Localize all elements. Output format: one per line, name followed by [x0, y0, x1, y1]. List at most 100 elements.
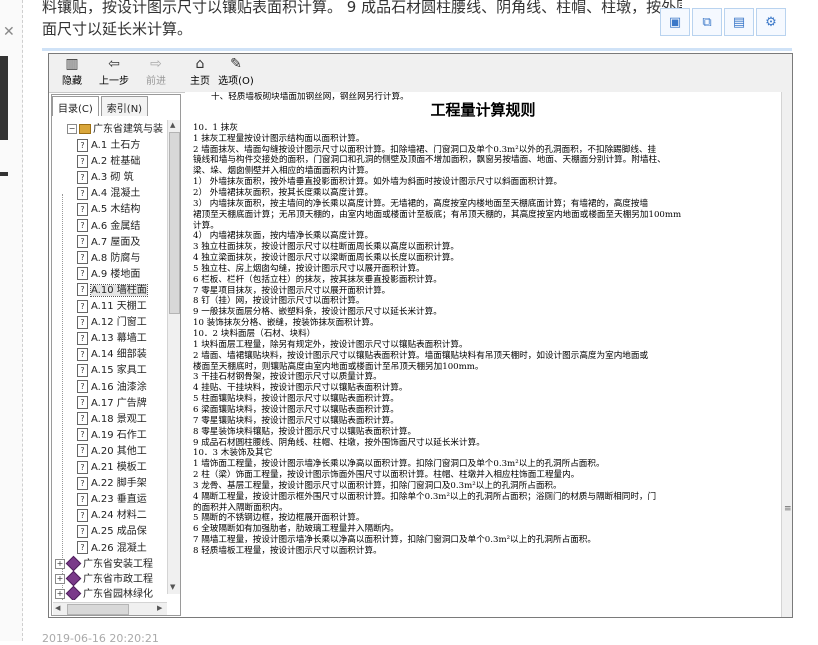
scroll-grip-icon[interactable]: ≡	[784, 504, 792, 514]
content-vertical-scrollbar[interactable]: ≡	[781, 92, 792, 617]
content-line: 9 成品石材圆柱腰线、阴角线、柱帽、柱墩，按外围饰面尺寸以延长米计算。	[193, 437, 485, 448]
content-line: 1 抹灰工程量按设计图示结构面以面积计算。	[193, 133, 365, 144]
tree-item-label: A.6 金属结	[91, 220, 141, 232]
scroll-thumb[interactable]	[169, 132, 180, 314]
scroll-thumb[interactable]	[67, 604, 129, 615]
tab-contents[interactable]: 目录(C)	[52, 96, 99, 116]
content-line: 8 零星装饰块料镶贴，按设计图示尺寸以镶贴表面积计算。	[193, 426, 417, 437]
tree-book-label: 广东省安装工程	[83, 558, 153, 570]
tree-item[interactable]: ? A.7 屋面及	[77, 235, 140, 251]
content-line: 3 干挂石材钢骨架，按设计图示尺寸以质量计算。	[193, 372, 382, 383]
tree-item-label: A.9 楼地面	[91, 268, 141, 280]
content-line: 4 隔断工程量，按设计图示框外围尺寸以面积计算。扣除单个0.3m²以上的孔洞所占…	[193, 491, 657, 502]
tree-item-label: A.7 屋面及	[91, 236, 141, 248]
tree-item-label: A.22 脚手架	[91, 478, 147, 490]
help-page-icon: ?	[77, 138, 88, 152]
tab-index[interactable]: 索引(N)	[100, 96, 149, 116]
tree-item[interactable]: ? A.12 门窗工	[77, 315, 147, 331]
back-button[interactable]: ⇦ 上一步	[93, 56, 135, 87]
tree-item-label: A.10 墙柱面	[90, 283, 148, 297]
hide-pane-button[interactable]: ▥ 隐藏	[51, 56, 93, 87]
help-page-icon: ?	[77, 541, 88, 554]
tree-item[interactable]: ? A.4 混凝土	[77, 186, 140, 202]
content-line: 7 零星项目抹灰，按设计图示尺寸以展开面积计算。	[193, 285, 391, 296]
article-text-top: 料镶贴，按设计图示尺寸以镶贴表面积计算。 9 成品石材圆柱腰线、阴角线、柱帽、柱…	[42, 0, 682, 40]
help-page-icon: ?	[77, 170, 88, 184]
copy-icon[interactable]: ⧉	[692, 8, 722, 36]
tree-vertical-scrollbar[interactable]: ▲ ▼	[167, 120, 180, 594]
expand-icon[interactable]: +	[55, 558, 65, 569]
content-line: 6 栏板、栏杆（包括立柱）的抹灰，按其抹灰垂直投影面积计算。	[193, 274, 442, 285]
content-line: 3 独立柱面抹灰，按设计图示尺寸以柱断面周长乘以高度以面积计算。	[193, 242, 460, 253]
tree-item[interactable]: ? A.17 广告牌	[77, 396, 147, 412]
tree-item[interactable]: ? A.23 垂直运	[77, 492, 147, 508]
content-line: 4） 内墙裙抹灰面，按内墙净长乘以高度计算。	[193, 231, 374, 242]
tree-item[interactable]: ? A.18 景观工	[77, 412, 147, 428]
tree-item[interactable]: ? A.22 脚手架	[77, 476, 147, 492]
scroll-left-icon[interactable]: ◀	[55, 604, 60, 612]
tree-item[interactable]: ? A.10 墙柱面	[77, 283, 148, 299]
content-line: 4 独立梁面抹灰，按设计图示尺寸以梁断面周长乘以长度以面积计算。	[193, 253, 460, 264]
back-arrow-icon: ⇦	[108, 56, 120, 72]
tree-item[interactable]: ? A.6 金属结	[77, 219, 140, 235]
tree-item-label: A.23 垂直运	[91, 494, 147, 506]
scroll-up-icon[interactable]: ▲	[170, 121, 175, 129]
tree-item-label: A.11 天棚工	[91, 301, 147, 312]
open-book-icon	[79, 124, 91, 134]
tree-item[interactable]: ? A.8 防腐与	[77, 251, 140, 267]
help-page-icon: ?	[77, 299, 88, 313]
tree-item[interactable]: ? A.25 成品保	[77, 524, 147, 540]
content-line: 1 块料面层工程量，除另有规定外，按设计图示尺寸以镶贴表面积计算。	[193, 339, 468, 350]
help-page-icon: ?	[77, 347, 88, 361]
tree-item[interactable]: ? A.16 油漆涂	[77, 380, 147, 396]
scroll-right-icon[interactable]: ▶	[157, 604, 162, 612]
tree-item[interactable]: ? A.3 砌 筑	[77, 170, 134, 186]
expand-icon[interactable]: +	[55, 573, 65, 584]
floating-toolbar: ▣ ⧉ ▤ ⚙	[660, 8, 788, 36]
help-page-icon: ?	[77, 154, 88, 168]
close-icon[interactable]: ✕	[3, 24, 15, 40]
help-page-icon: ?	[77, 202, 88, 216]
help-page-icon: ?	[77, 476, 88, 490]
tree-item[interactable]: ? A.1 土石方	[77, 138, 140, 154]
tree-item-label: A.19 石作工	[91, 429, 147, 441]
contents-tree: − 广东省建筑与装 ? A.1 土石方? A.2 桩基础? A.3 砌 筑? A.4 混凝…	[53, 120, 165, 600]
collapse-icon[interactable]: −	[67, 124, 77, 134]
tree-horizontal-scrollbar[interactable]: ◀ ▶	[53, 602, 167, 615]
help-page-icon: ?	[77, 492, 88, 506]
tree-item[interactable]: ? A.19 石作工	[77, 428, 147, 444]
tree-item[interactable]: ? A.26 混凝土	[77, 541, 147, 557]
tree-item[interactable]: ? A.21 模板工	[77, 460, 147, 476]
screenshot-icon[interactable]: ▤	[724, 8, 754, 36]
gear-icon[interactable]: ⚙	[756, 8, 786, 36]
tree-item[interactable]: ? A.15 家具工	[77, 363, 147, 379]
tree-root[interactable]: − 广东省建筑与装	[67, 122, 163, 138]
expand-icon[interactable]: +	[55, 588, 65, 599]
tree-item[interactable]: ? A.11 天棚工	[77, 299, 147, 315]
nav-tabs: 目录(C) 索引(N)	[52, 96, 150, 116]
tree-book[interactable]: + 广东省安装工程	[55, 555, 153, 573]
tree-item[interactable]: ? A.20 其他工	[77, 444, 147, 460]
content-line: 计算。	[193, 220, 219, 231]
help-page-icon: ?	[77, 396, 88, 410]
content-line: 2） 外墙裙抹灰面积，按其长度乘以高度计算。	[193, 187, 374, 198]
tree-item[interactable]: ? A.14 细部装	[77, 347, 147, 363]
tree-item[interactable]: ? A.24 材料二	[77, 508, 147, 524]
tree-item[interactable]: ? A.5 木结构	[77, 202, 140, 218]
content-line: 10．1 抹灰	[193, 122, 238, 133]
tree-item[interactable]: ? A.13 幕墙工	[77, 331, 147, 347]
tree-item[interactable]: ? A.9 楼地面	[77, 267, 140, 283]
tree-book[interactable]: + 广东省园林绿化	[55, 585, 153, 600]
divider	[42, 48, 792, 51]
save-icon[interactable]: ▣	[660, 8, 690, 36]
tree-book[interactable]: + 广东省市政工程	[55, 570, 153, 588]
forward-button[interactable]: ⇨ 前进	[135, 56, 177, 87]
options-button[interactable]: ✎ 选项(O)	[215, 56, 257, 87]
content-line: 2 墙面抹灰、墙面勾缝按设计图示尺寸以面积计算。扣除墙裙、门窗洞口及单个0.3m…	[193, 144, 657, 155]
tree-item-label: A.13 幕墙工	[91, 333, 147, 345]
scroll-down-icon[interactable]: ▼	[170, 583, 175, 591]
tree-item[interactable]: ? A.2 桩基础	[77, 154, 140, 170]
tree-book-label: 广东省市政工程	[83, 573, 153, 585]
content-line: 1 墙饰面工程量，按设计图示墙净长乘以净高以面积计算。扣除门窗洞口及单个0.3m…	[193, 459, 605, 470]
forward-label: 前进	[146, 76, 166, 87]
